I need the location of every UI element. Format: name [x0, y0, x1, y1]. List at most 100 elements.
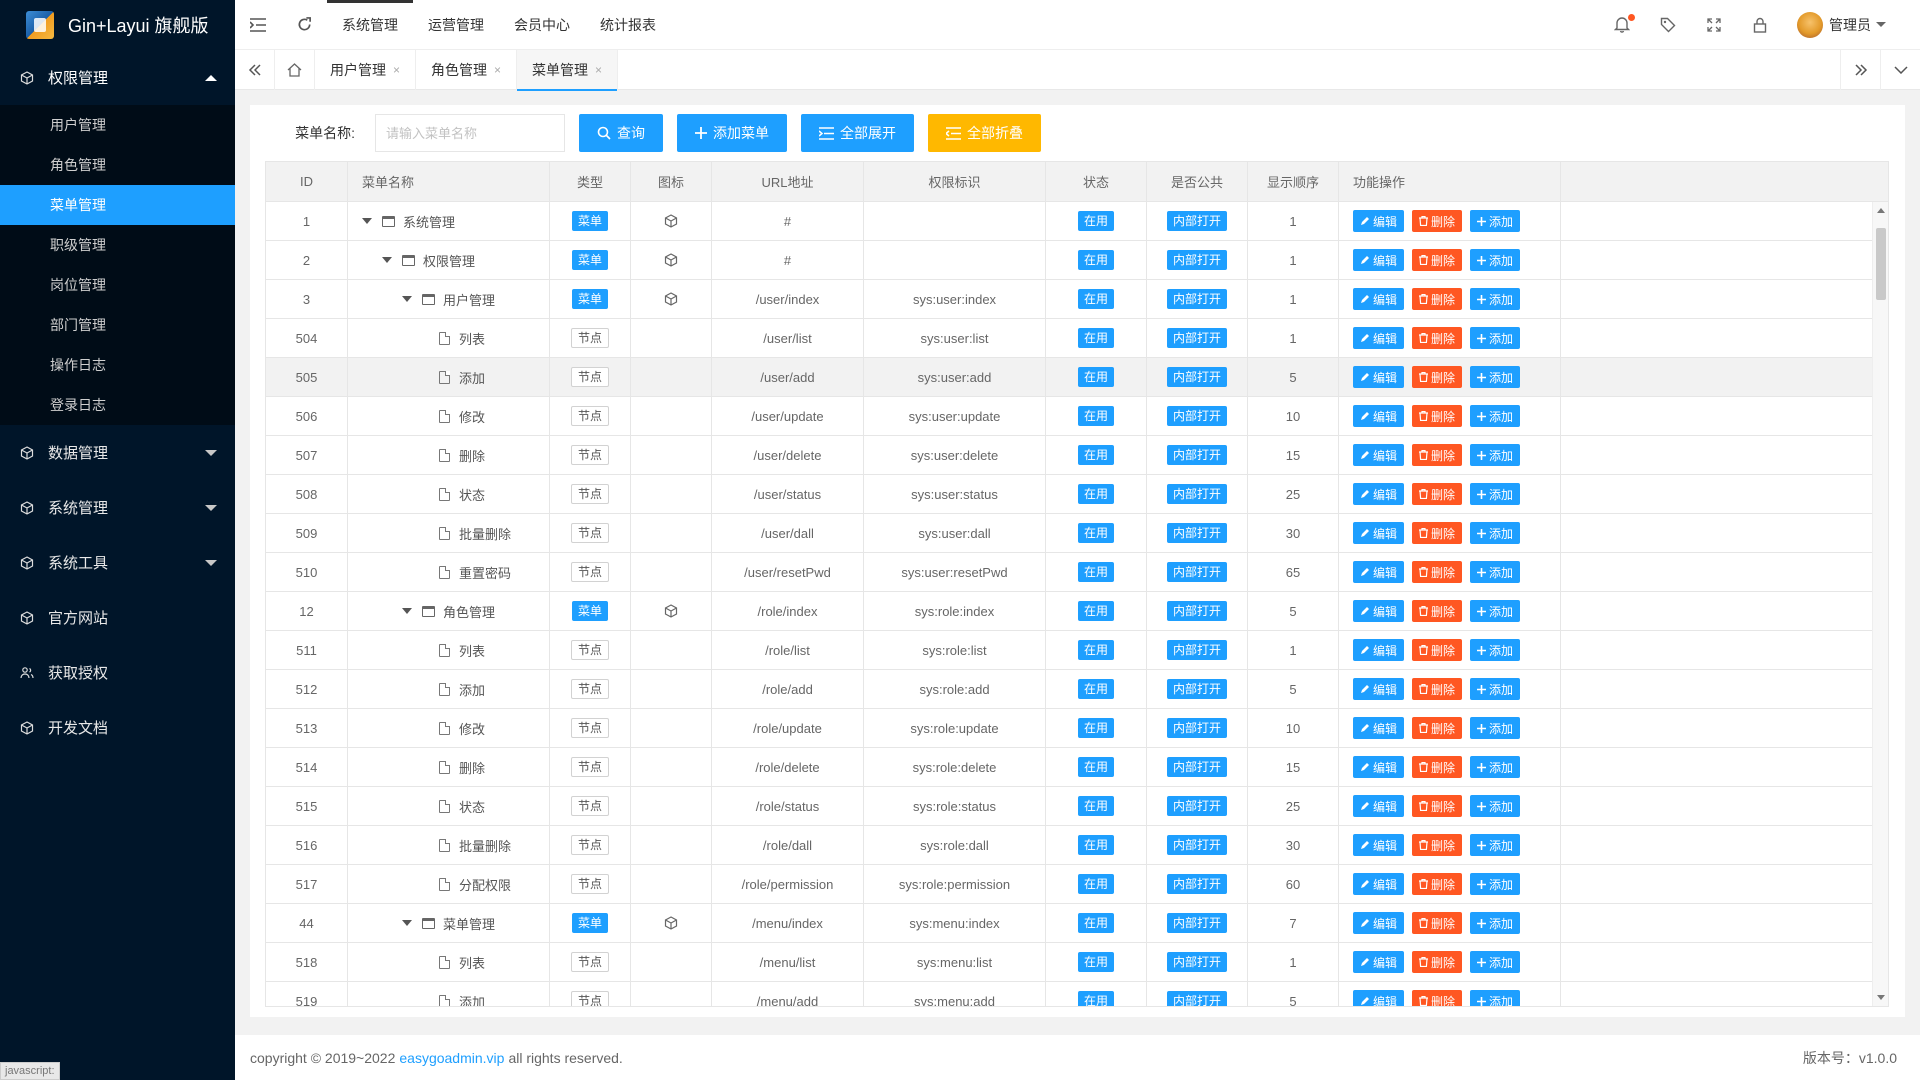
delete-button[interactable]: 删除 — [1412, 600, 1463, 622]
delete-button[interactable]: 删除 — [1412, 288, 1463, 310]
edit-button[interactable]: 编辑 — [1353, 717, 1405, 739]
add-child-button[interactable]: 添加 — [1470, 600, 1521, 622]
table-row[interactable]: 514 删除 节点/role/delete sys:role:delete 在用 内部打开… — [266, 748, 1888, 787]
tree-node[interactable]: 修改 — [362, 407, 485, 426]
sidebar-item[interactable]: 操作日志 — [0, 345, 235, 385]
app-logo[interactable]: Gin+Layui 旗舰版 — [0, 0, 235, 50]
add-child-button[interactable]: 添加 — [1470, 366, 1521, 388]
edit-button[interactable]: 编辑 — [1353, 249, 1405, 271]
tag-button[interactable] — [1645, 0, 1691, 50]
tree-node[interactable]: 删除 — [362, 446, 485, 465]
delete-button[interactable]: 删除 — [1412, 327, 1463, 349]
table-scrollbar[interactable] — [1872, 202, 1888, 1006]
top-nav-item[interactable]: 会员中心 — [499, 0, 585, 50]
delete-button[interactable]: 删除 — [1412, 717, 1463, 739]
table-row[interactable]: 507 删除 节点/user/delete sys:user:delete 在用 内部打开… — [266, 436, 1888, 475]
close-icon[interactable]: × — [595, 63, 602, 77]
sidebar-group-head[interactable]: 开发文档 — [0, 700, 235, 755]
table-row[interactable]: 518 列表 节点/menu/list sys:menu:list 在用 内部打开 1 编辑 删… — [266, 943, 1888, 982]
add-child-button[interactable]: 添加 — [1470, 912, 1521, 934]
sidebar-item[interactable]: 用户管理 — [0, 105, 235, 145]
table-row[interactable]: 504 列表 节点/user/list sys:user:list 在用 内部打开 1 编辑 删… — [266, 319, 1888, 358]
table-body[interactable]: 1 系统管理 菜单 # 在用 内部打开 1 编辑 删除 添加 2 权限管理 菜单 # 在用 内部打开 1 编辑 删除… — [266, 202, 1888, 1006]
edit-button[interactable]: 编辑 — [1353, 288, 1405, 310]
refresh-button[interactable] — [281, 0, 327, 50]
add-child-button[interactable]: 添加 — [1470, 327, 1521, 349]
table-row[interactable]: 12 角色管理 菜单/role/index sys:role:index 在用 内部打开 5… — [266, 592, 1888, 631]
sidebar-item[interactable]: 菜单管理 — [0, 185, 235, 225]
tree-node[interactable]: 列表 — [362, 953, 485, 972]
edit-button[interactable]: 编辑 — [1353, 483, 1405, 505]
toggle-sidebar-button[interactable] — [235, 0, 281, 50]
caret-down-icon[interactable] — [362, 218, 372, 224]
tree-node[interactable]: 修改 — [362, 719, 485, 738]
add-child-button[interactable]: 添加 — [1470, 951, 1521, 973]
add-child-button[interactable]: 添加 — [1470, 834, 1521, 856]
tree-node[interactable]: 重置密码 — [362, 563, 511, 582]
tree-node[interactable]: 角色管理 — [362, 602, 495, 621]
add-child-button[interactable]: 添加 — [1470, 561, 1521, 583]
tab-scroll-right-button[interactable] — [1840, 49, 1880, 90]
top-nav-item[interactable]: 统计报表 — [585, 0, 671, 50]
table-row[interactable]: 3 用户管理 菜单/user/index sys:user:index 在用 内部打开 1 编… — [266, 280, 1888, 319]
fullscreen-button[interactable] — [1691, 0, 1737, 50]
caret-down-icon[interactable] — [382, 257, 392, 263]
add-child-button[interactable]: 添加 — [1470, 990, 1521, 1006]
delete-button[interactable]: 删除 — [1412, 522, 1463, 544]
edit-button[interactable]: 编辑 — [1353, 210, 1405, 232]
edit-button[interactable]: 编辑 — [1353, 405, 1405, 427]
query-button[interactable]: 查询 — [579, 114, 663, 152]
tree-node[interactable]: 系统管理 — [362, 212, 455, 231]
sidebar-item[interactable]: 职级管理 — [0, 225, 235, 265]
tree-node[interactable]: 列表 — [362, 329, 485, 348]
user-menu[interactable]: 管理员 — [1783, 0, 1920, 50]
edit-button[interactable]: 编辑 — [1353, 834, 1405, 856]
scroll-up-icon[interactable] — [1877, 208, 1885, 213]
tree-node[interactable]: 权限管理 — [362, 251, 475, 270]
scroll-down-icon[interactable] — [1877, 995, 1885, 1000]
menu-name-input[interactable] — [375, 114, 565, 152]
top-nav-item[interactable]: 系统管理 — [327, 0, 413, 50]
add-child-button[interactable]: 添加 — [1470, 678, 1521, 700]
close-icon[interactable]: × — [393, 63, 400, 77]
delete-button[interactable]: 删除 — [1412, 951, 1463, 973]
tree-node[interactable]: 状态 — [362, 485, 485, 504]
site-link[interactable]: easygoadmin.vip — [399, 1050, 504, 1066]
tab-options-button[interactable] — [1880, 49, 1920, 90]
table-row[interactable]: 2 权限管理 菜单 # 在用 内部打开 1 编辑 删除 添加 — [266, 241, 1888, 280]
sidebar-item[interactable]: 角色管理 — [0, 145, 235, 185]
delete-button[interactable]: 删除 — [1412, 444, 1463, 466]
edit-button[interactable]: 编辑 — [1353, 951, 1405, 973]
delete-button[interactable]: 删除 — [1412, 639, 1463, 661]
delete-button[interactable]: 删除 — [1412, 873, 1463, 895]
table-row[interactable]: 513 修改 节点/role/update sys:role:update 在用 内部打开… — [266, 709, 1888, 748]
notification-button[interactable] — [1599, 0, 1645, 50]
delete-button[interactable]: 删除 — [1412, 990, 1463, 1006]
add-child-button[interactable]: 添加 — [1470, 756, 1521, 778]
edit-button[interactable]: 编辑 — [1353, 873, 1405, 895]
table-row[interactable]: 515 状态 节点/role/status sys:role:status 在用 内部打开… — [266, 787, 1888, 826]
tree-node[interactable]: 删除 — [362, 758, 485, 777]
tree-node[interactable]: 批量删除 — [362, 836, 511, 855]
delete-button[interactable]: 删除 — [1412, 756, 1463, 778]
delete-button[interactable]: 删除 — [1412, 912, 1463, 934]
sidebar-item[interactable]: 岗位管理 — [0, 265, 235, 305]
tab-scroll-left-button[interactable] — [235, 49, 275, 90]
table-row[interactable]: 508 状态 节点/user/status sys:user:status 在用 内部打开… — [266, 475, 1888, 514]
sidebar-group-head[interactable]: 权限管理 — [0, 50, 235, 105]
delete-button[interactable]: 删除 — [1412, 210, 1463, 232]
delete-button[interactable]: 删除 — [1412, 366, 1463, 388]
add-menu-button[interactable]: 添加菜单 — [677, 114, 787, 152]
delete-button[interactable]: 删除 — [1412, 834, 1463, 856]
table-row[interactable]: 506 修改 节点/user/update sys:user:update 在用 内部打开… — [266, 397, 1888, 436]
caret-down-icon[interactable] — [402, 296, 412, 302]
collapse-all-button[interactable]: 全部折叠 — [928, 114, 1041, 152]
edit-button[interactable]: 编辑 — [1353, 756, 1405, 778]
add-child-button[interactable]: 添加 — [1470, 483, 1521, 505]
tab[interactable]: 角色管理 × — [416, 49, 518, 90]
edit-button[interactable]: 编辑 — [1353, 678, 1405, 700]
edit-button[interactable]: 编辑 — [1353, 444, 1405, 466]
edit-button[interactable]: 编辑 — [1353, 795, 1405, 817]
sidebar-group-head[interactable]: 官方网站 — [0, 590, 235, 645]
close-icon[interactable]: × — [494, 63, 501, 77]
